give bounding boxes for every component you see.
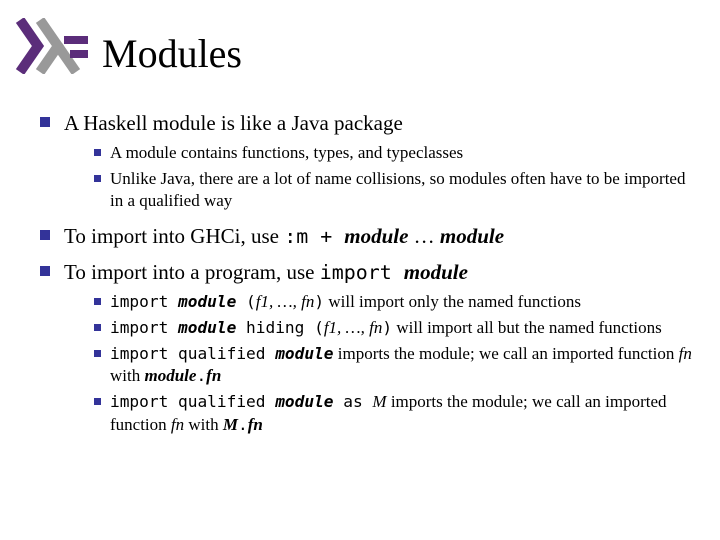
bullet-3-sub-1: import module (f1, …, fn) will import on… — [64, 291, 694, 313]
bullet-3-sub-4: import qualified module as M imports the… — [64, 391, 694, 435]
bullet-1-sub-1: A module contains functions, types, and … — [64, 142, 694, 164]
bullet-1: A Haskell module is like a Java package … — [36, 110, 694, 213]
slide: Modules A Haskell module is like a Java … — [0, 0, 720, 540]
haskell-logo-icon — [14, 18, 92, 79]
bullet-3: To import into a program, use import mod… — [36, 259, 694, 436]
slide-body: A Haskell module is like a Java package … — [36, 110, 694, 446]
slide-title: Modules — [102, 30, 242, 77]
bullet-2: To import into GHCi, use :m + module … m… — [36, 223, 694, 249]
bullet-3-sub-3: import qualified module imports the modu… — [64, 343, 694, 387]
bullet-1-sub-2: Unlike Java, there are a lot of name col… — [64, 168, 694, 212]
bullet-3-sub-2: import module hiding (f1, …, fn) will im… — [64, 317, 694, 339]
bullet-1-text: A Haskell module is like a Java package — [64, 111, 403, 135]
